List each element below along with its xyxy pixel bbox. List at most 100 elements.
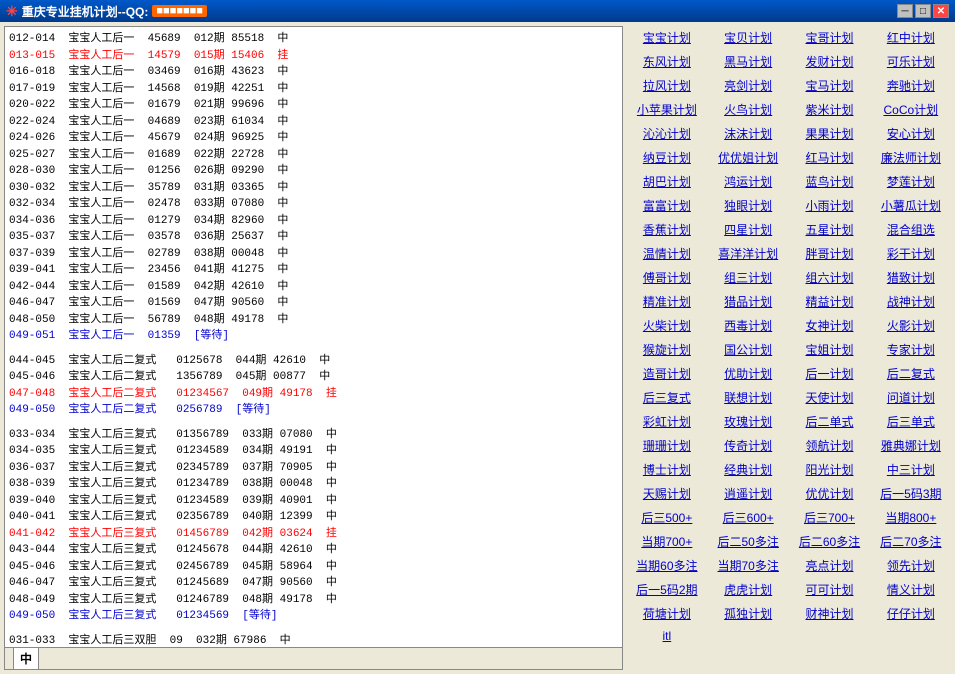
plan-item-42[interactable]: 组六计划 xyxy=(789,266,869,289)
plan-item-52[interactable]: 猴旋计划 xyxy=(627,338,707,361)
plan-item-90[interactable]: 亮点计划 xyxy=(789,554,869,577)
plan-item-47[interactable]: 战神计划 xyxy=(871,290,951,313)
plan-item-43[interactable]: 猎致计划 xyxy=(871,266,951,289)
plan-item-38[interactable]: 胖哥计划 xyxy=(789,242,869,265)
plan-item-98[interactable]: 财神计划 xyxy=(789,602,869,625)
plan-item-24[interactable]: 胡巴计划 xyxy=(627,170,707,193)
plan-item-34[interactable]: 五星计划 xyxy=(789,218,869,241)
plan-item-46[interactable]: 精益计划 xyxy=(789,290,869,313)
plan-item-71[interactable]: 雅典娜计划 xyxy=(871,434,951,457)
plan-item-73[interactable]: 经典计划 xyxy=(708,458,788,481)
plan-item-17[interactable]: 沫沫计划 xyxy=(708,122,788,145)
plan-item-3[interactable]: 红中计划 xyxy=(871,26,951,49)
plan-item-75[interactable]: 中三计划 xyxy=(871,458,951,481)
plan-item-87[interactable]: 后二70多注 xyxy=(871,530,951,553)
plan-item-80[interactable]: 后三500+ xyxy=(627,506,707,529)
plan-item-94[interactable]: 可可计划 xyxy=(789,578,869,601)
plan-item-35[interactable]: 混合组选 xyxy=(871,218,951,241)
plan-item-31[interactable]: 小薯瓜计划 xyxy=(871,194,951,217)
plan-item-82[interactable]: 后三700+ xyxy=(789,506,869,529)
plan-item-25[interactable]: 鸿运计划 xyxy=(708,170,788,193)
plan-item-18[interactable]: 果果计划 xyxy=(789,122,869,145)
plan-item-22[interactable]: 红马计划 xyxy=(789,146,869,169)
plan-item-64[interactable]: 彩虹计划 xyxy=(627,410,707,433)
plan-item-89[interactable]: 当期70多注 xyxy=(708,554,788,577)
plan-item-74[interactable]: 阳光计划 xyxy=(789,458,869,481)
plan-item-12[interactable]: 小苹果计划 xyxy=(627,98,707,121)
plan-item-91[interactable]: 领先计划 xyxy=(871,554,951,577)
plan-item-1[interactable]: 宝贝计划 xyxy=(708,26,788,49)
close-button[interactable]: ✕ xyxy=(933,4,949,18)
plan-item-76[interactable]: 天赐计划 xyxy=(627,482,707,505)
plan-item-16[interactable]: 沁沁计划 xyxy=(627,122,707,145)
plan-item-88[interactable]: 当期60多注 xyxy=(627,554,707,577)
plan-item-69[interactable]: 传奇计划 xyxy=(708,434,788,457)
plan-item-59[interactable]: 后二复式 xyxy=(871,362,951,385)
plan-item-13[interactable]: 火鸟计划 xyxy=(708,98,788,121)
plan-item-29[interactable]: 独眼计划 xyxy=(708,194,788,217)
plan-item-57[interactable]: 优助计划 xyxy=(708,362,788,385)
plan-item-72[interactable]: 博士计划 xyxy=(627,458,707,481)
plan-item-23[interactable]: 廉法师计划 xyxy=(871,146,951,169)
plan-item-27[interactable]: 梦莲计划 xyxy=(871,170,951,193)
plan-item-7[interactable]: 可乐计划 xyxy=(871,50,951,73)
plan-item-33[interactable]: 四星计划 xyxy=(708,218,788,241)
plan-item-93[interactable]: 虎虎计划 xyxy=(708,578,788,601)
plan-item-37[interactable]: 喜洋洋计划 xyxy=(708,242,788,265)
plan-item-65[interactable]: 玫瑰计划 xyxy=(708,410,788,433)
plan-item-77[interactable]: 逍遥计划 xyxy=(708,482,788,505)
plan-item-26[interactable]: 蓝鸟计划 xyxy=(789,170,869,193)
plan-item-55[interactable]: 专家计划 xyxy=(871,338,951,361)
plan-item-66[interactable]: 后二单式 xyxy=(789,410,869,433)
plan-item-32[interactable]: 香蕉计划 xyxy=(627,218,707,241)
plan-item-15[interactable]: CoCo计划 xyxy=(871,98,951,121)
plan-item-95[interactable]: 情义计划 xyxy=(871,578,951,601)
plan-item-5[interactable]: 黑马计划 xyxy=(708,50,788,73)
plan-item-54[interactable]: 宝姐计划 xyxy=(789,338,869,361)
plan-item-6[interactable]: 发财计划 xyxy=(789,50,869,73)
plan-item-61[interactable]: 联想计划 xyxy=(708,386,788,409)
plan-item-60[interactable]: 后三复式 xyxy=(627,386,707,409)
plan-item-51[interactable]: 火影计划 xyxy=(871,314,951,337)
plan-item-21[interactable]: 优优姐计划 xyxy=(708,146,788,169)
plan-item-45[interactable]: 猎品计划 xyxy=(708,290,788,313)
plan-item-44[interactable]: 精准计划 xyxy=(627,290,707,313)
plan-item-2[interactable]: 宝哥计划 xyxy=(789,26,869,49)
plan-item-81[interactable]: 后三600+ xyxy=(708,506,788,529)
plan-item-41[interactable]: 组三计划 xyxy=(708,266,788,289)
plan-item-30[interactable]: 小雨计划 xyxy=(789,194,869,217)
plan-item-14[interactable]: 紫米计划 xyxy=(789,98,869,121)
plan-item-0[interactable]: 宝宝计划 xyxy=(627,26,707,49)
plan-item-84[interactable]: 当期700+ xyxy=(627,530,707,553)
plan-item-9[interactable]: 亮剑计划 xyxy=(708,74,788,97)
plan-item-62[interactable]: 天使计划 xyxy=(789,386,869,409)
plan-list[interactable]: 012-014 宝宝人工后一 45689 012期 85518 中013-015… xyxy=(5,27,622,647)
plan-item-100[interactable]: itl xyxy=(627,626,707,646)
plan-item-19[interactable]: 安心计划 xyxy=(871,122,951,145)
plan-item-36[interactable]: 温情计划 xyxy=(627,242,707,265)
plan-item-99[interactable]: 仔仔计划 xyxy=(871,602,951,625)
plan-item-58[interactable]: 后一计划 xyxy=(789,362,869,385)
plan-item-49[interactable]: 西毒计划 xyxy=(708,314,788,337)
plan-item-39[interactable]: 彩干计划 xyxy=(871,242,951,265)
plan-item-79[interactable]: 后一5码3期 xyxy=(871,482,951,505)
plan-item-67[interactable]: 后三单式 xyxy=(871,410,951,433)
plan-item-86[interactable]: 后二60多注 xyxy=(789,530,869,553)
plan-item-83[interactable]: 当期800+ xyxy=(871,506,951,529)
plan-item-70[interactable]: 领航计划 xyxy=(789,434,869,457)
plan-item-96[interactable]: 荷塘计划 xyxy=(627,602,707,625)
plan-item-11[interactable]: 奔驰计划 xyxy=(871,74,951,97)
plan-item-53[interactable]: 国公计划 xyxy=(708,338,788,361)
plan-item-56[interactable]: 造哥计划 xyxy=(627,362,707,385)
plan-item-48[interactable]: 火柴计划 xyxy=(627,314,707,337)
plan-item-40[interactable]: 傅哥计划 xyxy=(627,266,707,289)
plan-item-4[interactable]: 东风计划 xyxy=(627,50,707,73)
plan-item-63[interactable]: 问道计划 xyxy=(871,386,951,409)
maximize-button[interactable]: □ xyxy=(915,4,931,18)
plan-item-68[interactable]: 珊珊计划 xyxy=(627,434,707,457)
plan-item-97[interactable]: 孤独计划 xyxy=(708,602,788,625)
plan-item-85[interactable]: 后二50多注 xyxy=(708,530,788,553)
minimize-button[interactable]: ─ xyxy=(897,4,913,18)
plan-item-50[interactable]: 女神计划 xyxy=(789,314,869,337)
plan-item-8[interactable]: 拉风计划 xyxy=(627,74,707,97)
